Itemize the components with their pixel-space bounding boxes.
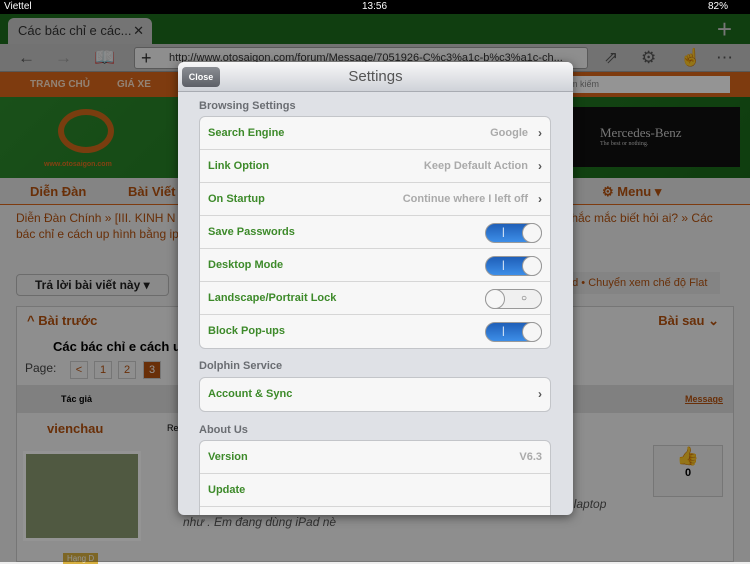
toggle-knob bbox=[522, 223, 542, 243]
on-mark-icon: | bbox=[502, 260, 505, 271]
row-label: Account & Sync bbox=[208, 388, 293, 400]
row-label: On Startup bbox=[208, 193, 265, 205]
toggle-knob bbox=[522, 322, 542, 342]
dolphin-service-group: Account & Sync › bbox=[199, 377, 551, 412]
row-account-sync[interactable]: Account & Sync › bbox=[200, 378, 550, 411]
battery: 82% bbox=[708, 1, 729, 12]
row-search-engine[interactable]: Search Engine Google › bbox=[200, 117, 550, 150]
row-value: Google bbox=[490, 127, 528, 139]
settings-header: Settings Close bbox=[178, 62, 573, 92]
about-us-group: Version V6.3 Update bbox=[199, 440, 551, 515]
row-block-popups: Block Pop-ups | bbox=[200, 315, 550, 348]
chevron-right-icon: › bbox=[538, 126, 542, 140]
row-label: Save Passwords bbox=[208, 226, 295, 238]
version-value: V6.3 bbox=[519, 451, 542, 463]
block-popups-toggle[interactable]: | bbox=[485, 322, 542, 342]
save-passwords-toggle[interactable]: | bbox=[485, 223, 542, 243]
close-button[interactable]: Close bbox=[182, 67, 220, 87]
row-desktop-mode: Desktop Mode | bbox=[200, 249, 550, 282]
browsing-settings-group: Search Engine Google › Link Option Keep Def… bbox=[199, 116, 551, 349]
orientation-lock-toggle[interactable]: ○ bbox=[485, 289, 542, 309]
chevron-right-icon: › bbox=[538, 387, 542, 401]
row-value: Continue where I left off bbox=[402, 193, 528, 205]
row-value: Keep Default Action bbox=[423, 160, 528, 172]
row-label: Search Engine bbox=[208, 127, 285, 139]
row-save-passwords: Save Passwords | bbox=[200, 216, 550, 249]
chevron-right-icon: › bbox=[538, 159, 542, 173]
status-bar: Viettel 13:56 82% bbox=[0, 0, 750, 14]
carrier: Viettel bbox=[4, 1, 32, 12]
row-orientation-lock: Landscape/Portrait Lock ○ bbox=[200, 282, 550, 315]
row-label: Link Option bbox=[208, 160, 270, 172]
row-on-startup[interactable]: On Startup Continue where I left off › bbox=[200, 183, 550, 216]
on-mark-icon: | bbox=[502, 227, 505, 238]
toggle-knob bbox=[522, 256, 542, 276]
clock: 13:56 bbox=[362, 1, 388, 12]
settings-title: Settings bbox=[348, 68, 403, 85]
row-version: Version V6.3 bbox=[200, 441, 550, 474]
row-label: Block Pop-ups bbox=[208, 325, 286, 337]
chevron-right-icon: › bbox=[538, 192, 542, 206]
row-label: Landscape/Portrait Lock bbox=[208, 292, 337, 304]
off-mark-icon: ○ bbox=[520, 293, 527, 304]
row-update[interactable]: Update bbox=[200, 474, 550, 507]
section-about-us: About Us bbox=[199, 424, 248, 436]
row-label: Version bbox=[208, 451, 248, 463]
on-mark-icon: | bbox=[502, 326, 505, 337]
row-label: Desktop Mode bbox=[208, 259, 284, 271]
desktop-mode-toggle[interactable]: | bbox=[485, 256, 542, 276]
row-link-option[interactable]: Link Option Keep Default Action › bbox=[200, 150, 550, 183]
section-dolphin-service: Dolphin Service bbox=[199, 360, 283, 372]
settings-dialog: Settings Close Browsing Settings Search … bbox=[178, 62, 573, 515]
row-label: Update bbox=[208, 484, 246, 496]
toggle-knob bbox=[485, 289, 505, 309]
section-browsing-settings: Browsing Settings bbox=[199, 100, 296, 112]
